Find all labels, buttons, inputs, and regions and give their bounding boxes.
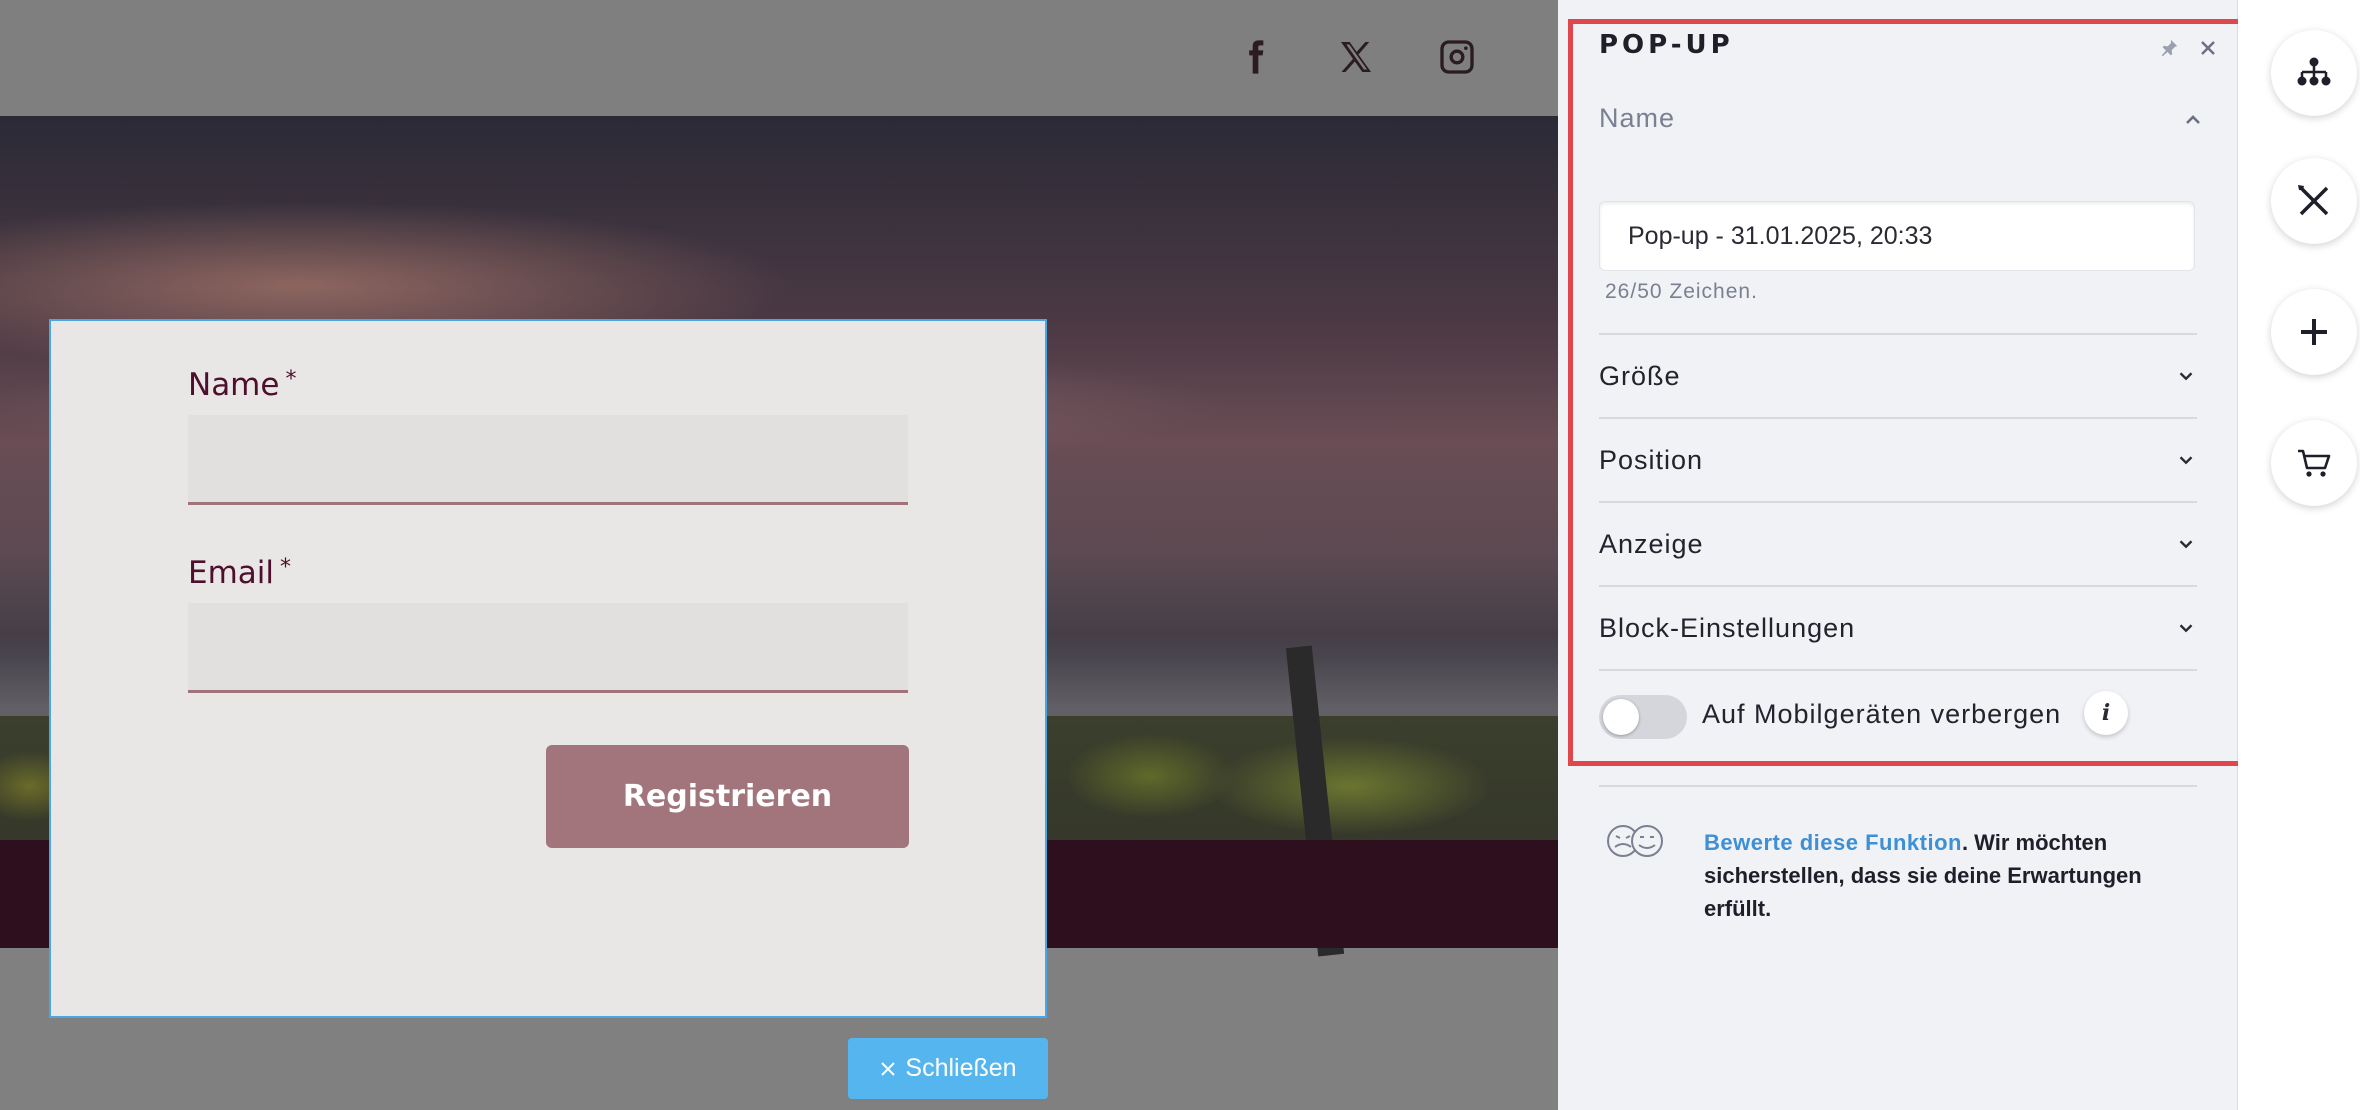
add-button[interactable] — [2271, 289, 2357, 375]
name-input[interactable] — [188, 415, 908, 505]
section-block-einstellungen[interactable]: Block-Einstellungen — [1599, 588, 2197, 668]
required-mark: * — [285, 367, 297, 392]
plus-icon — [2301, 319, 2327, 345]
sitemap-button[interactable] — [2271, 30, 2357, 116]
close-popup-button[interactable]: Schließen — [848, 1038, 1048, 1099]
required-mark: * — [280, 555, 292, 580]
website-canvas: Name * Email * Registrieren Schließen — [0, 0, 1558, 1110]
email-input[interactable] — [188, 603, 908, 693]
right-toolbar — [2238, 0, 2360, 1110]
rate-feature-link[interactable]: Bewerte diese Funktion — [1704, 830, 1962, 855]
settings-panel: POP-UP Name Pop-up - 31.01.2025, 20:33 2… — [1558, 0, 2249, 1110]
divider — [1599, 585, 2197, 587]
divider — [1599, 417, 2197, 419]
hide-on-mobile-toggle[interactable] — [1599, 695, 1687, 739]
close-icon — [881, 1061, 896, 1076]
chevron-down-icon — [2179, 540, 2193, 549]
section-anzeige[interactable]: Anzeige — [1599, 504, 2197, 584]
popup-form[interactable]: Name * Email * Registrieren — [49, 319, 1047, 1018]
tools-button[interactable] — [2271, 158, 2357, 244]
close-icon[interactable] — [2194, 34, 2222, 62]
info-icon[interactable]: i — [2084, 691, 2128, 735]
toggle-knob — [1603, 699, 1639, 735]
cart-button[interactable] — [2271, 420, 2357, 506]
chevron-down-icon — [2179, 624, 2193, 633]
panel-title: POP-UP — [1599, 30, 1734, 60]
chevron-up-icon[interactable] — [2181, 108, 2205, 132]
name-section-header[interactable]: Name — [1599, 103, 1675, 134]
divider — [1599, 333, 2197, 335]
cart-icon — [2298, 449, 2331, 477]
feedback-faces-icon — [1607, 825, 1663, 857]
name-label: Name * — [188, 367, 297, 403]
chevron-down-icon — [2179, 372, 2193, 381]
section-groesse[interactable]: Größe — [1599, 336, 2197, 416]
sitemap-icon — [2297, 57, 2331, 86]
tools-icon — [2298, 185, 2329, 216]
hide-on-mobile-label: Auf Mobilgeräten verbergen — [1702, 699, 2062, 729]
close-popup-label: Schließen — [905, 1054, 1017, 1082]
section-position[interactable]: Position — [1599, 420, 2197, 500]
email-label: Email * — [188, 555, 292, 591]
popup-name-value[interactable]: Pop-up - 31.01.2025, 20:33 — [1628, 222, 1932, 251]
popup-name-field[interactable]: Pop-up - 31.01.2025, 20:33 — [1599, 201, 2195, 271]
divider — [1599, 669, 2197, 671]
pin-icon[interactable] — [2155, 34, 2183, 62]
divider — [1599, 785, 2197, 787]
divider — [1599, 501, 2197, 503]
feedback-message: Bewerte diese Funktion. Wir möchten sich… — [1704, 830, 2142, 921]
register-button[interactable]: Registrieren — [546, 745, 909, 848]
chevron-down-icon — [2179, 456, 2193, 465]
char-count: 26/50 Zeichen. — [1605, 280, 1758, 303]
